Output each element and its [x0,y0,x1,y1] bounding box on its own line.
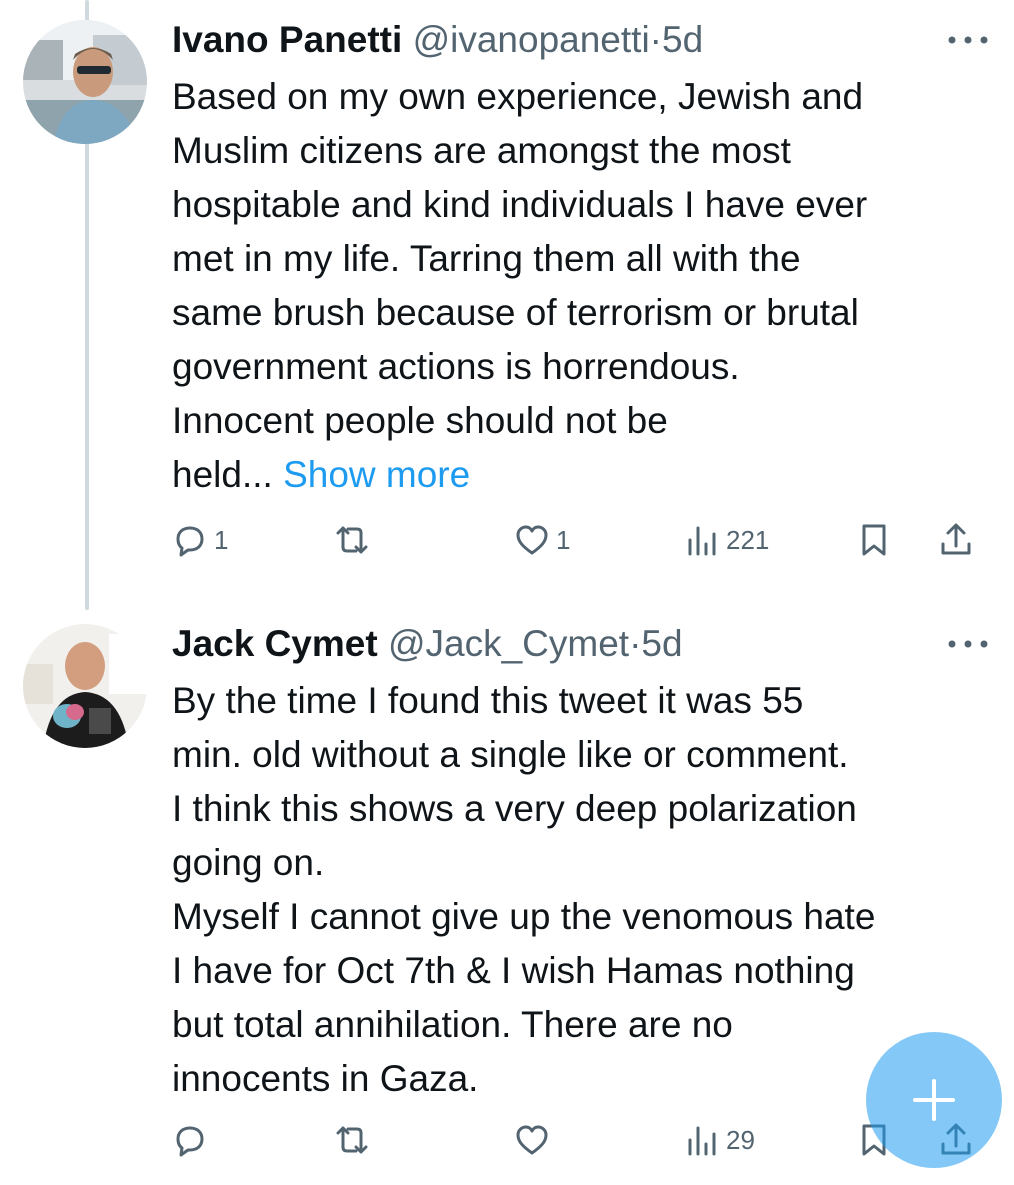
reply-icon [176,526,204,557]
avatar[interactable] [23,624,147,748]
reply-button[interactable] [170,1118,214,1162]
view-count: 221 [726,524,770,555]
tweet-text-content: Based on my own experience, Jewish and M… [172,76,868,495]
author-handle[interactable]: @Jack_Cymet [388,623,629,664]
compose-tweet-button[interactable] [866,1032,1002,1168]
plus-icon [913,1079,955,1121]
profile-photo-bald-man-icon [23,624,147,748]
share-icon [941,523,971,555]
retweet-button[interactable] [332,518,372,562]
tweet-text: Based on my own experience, Jewish and M… [172,70,974,502]
like-button[interactable] [512,1118,556,1162]
tweet-header: Jack Cymet @Jack_Cymet·5d [172,622,974,666]
tweet-text-content: By the time I found this tweet it was 55… [172,680,876,1099]
more-options-icon[interactable] [944,30,992,50]
like-button[interactable]: 1 [512,518,570,562]
timestamp[interactable]: 5d [662,19,703,60]
reply-icon [176,1126,204,1157]
heart-icon [516,525,548,555]
like-count: 1 [556,524,571,555]
avatar[interactable] [23,20,147,144]
author-name[interactable]: Ivano Panetti [172,19,402,60]
tweet-actions: 1 1 221 [0,518,1014,562]
views-bar-chart-icon [688,1126,716,1156]
tweet-jack-cymet[interactable]: Jack Cymet @Jack_Cymet·5d By the time I … [0,610,1014,1185]
view-count: 29 [726,1124,755,1155]
author-handle[interactable]: @ivanopanetti [413,19,650,60]
reply-count: 1 [214,524,229,555]
author-name[interactable]: Jack Cymet [172,623,378,664]
profile-photo-man-sunglasses-icon [23,20,147,144]
views-button[interactable]: 221 [682,518,769,562]
bookmark-button[interactable] [854,518,894,562]
tweet-actions: 29 [0,1118,1014,1162]
more-options-icon[interactable] [944,634,992,654]
share-button[interactable] [936,518,976,562]
retweet-icon [336,526,368,554]
show-more-link[interactable]: Show more [283,454,470,495]
views-bar-chart-icon [688,526,716,556]
tweet-text: By the time I found this tweet it was 55… [172,674,974,1106]
views-button[interactable]: 29 [682,1118,755,1162]
reply-button[interactable]: 1 [170,518,228,562]
timestamp[interactable]: 5d [641,623,682,664]
retweet-button[interactable] [332,1118,372,1162]
separator-dot: · [649,19,662,60]
retweet-icon [336,1126,368,1154]
tweet-ivano-panetti[interactable]: Ivano Panetti @ivanopanetti·5d Based on … [0,0,1014,610]
heart-icon [516,1125,548,1155]
separator-dot: · [629,623,642,664]
bookmark-icon [862,524,886,556]
tweet-header: Ivano Panetti @ivanopanetti·5d [172,18,974,62]
